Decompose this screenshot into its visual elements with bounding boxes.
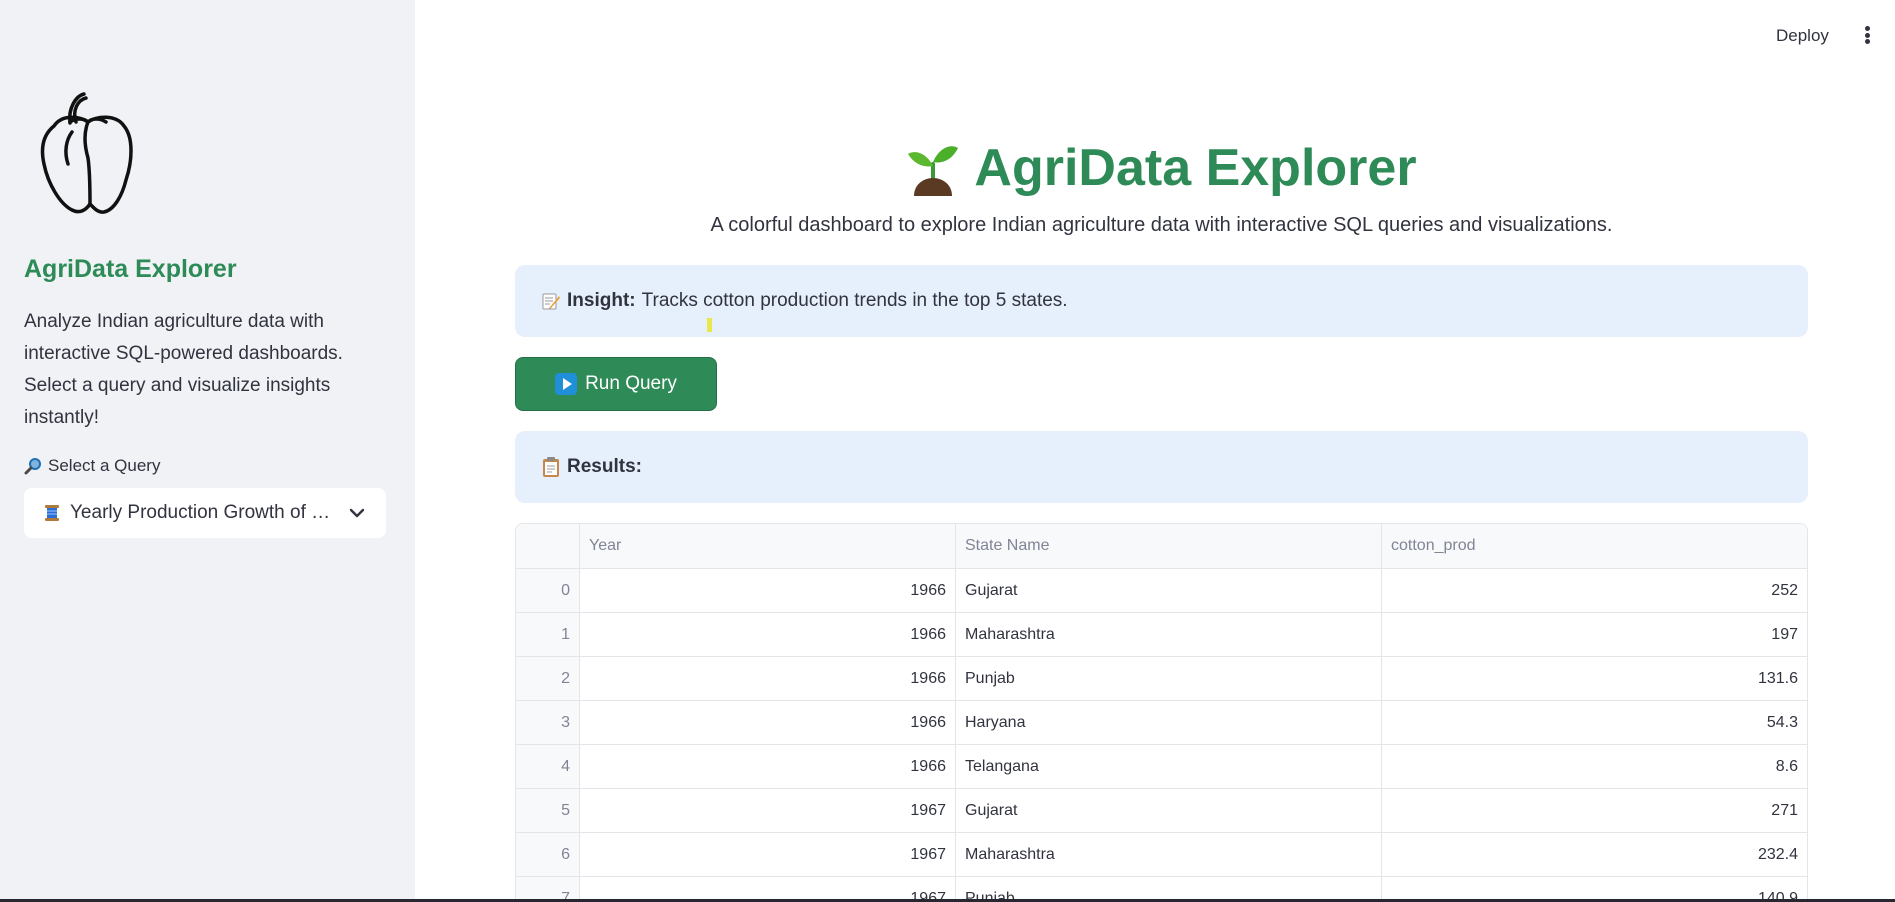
cell-cotton-prod[interactable]: 271: [1382, 789, 1807, 832]
cell-state[interactable]: Telangana: [956, 745, 1382, 788]
app-root: AgriData Explorer Analyze Indian agricul…: [0, 0, 1895, 902]
table-header-row: Year State Name cotton_prod: [516, 524, 1807, 569]
results-label: Results:: [567, 456, 642, 477]
table-row: 2 1966 Punjab 131.6: [516, 657, 1807, 701]
select-query-label: Select a Query: [24, 456, 160, 476]
row-index: 5: [516, 789, 580, 832]
cell-cotton-prod[interactable]: 54.3: [1382, 701, 1807, 744]
cell-year[interactable]: 1966: [580, 569, 956, 612]
cell-year[interactable]: 1966: [580, 745, 956, 788]
table-row: 1 1966 Maharashtra 197: [516, 613, 1807, 657]
row-index: 6: [516, 833, 580, 876]
play-button-icon: [555, 373, 578, 395]
row-index: 1: [516, 613, 580, 656]
seedling-icon: [908, 146, 959, 196]
cell-cotton-prod[interactable]: 232.4: [1382, 833, 1807, 876]
select-query-label-text: Select a Query: [48, 456, 161, 475]
cell-cotton-prod[interactable]: 8.6: [1382, 745, 1807, 788]
cell-state[interactable]: Punjab: [956, 657, 1382, 700]
cell-year[interactable]: 1967: [580, 833, 956, 876]
cell-cotton-prod[interactable]: 131.6: [1382, 657, 1807, 700]
run-query-label: Run Query: [585, 373, 677, 394]
memo-icon: [542, 293, 560, 310]
sidebar-description: Analyze Indian agriculture data with int…: [24, 311, 343, 428]
page-title-text: AgriData Explorer: [974, 139, 1417, 197]
cell-state[interactable]: Gujarat: [956, 789, 1382, 832]
table-row: 6 1967 Maharashtra 232.4: [516, 833, 1807, 877]
cell-state[interactable]: Maharashtra: [956, 833, 1382, 876]
row-index: 0: [516, 569, 580, 612]
row-index: 2: [516, 657, 580, 700]
chevron-down-icon[interactable]: [346, 502, 368, 524]
column-header-cotton-prod[interactable]: cotton_prod: [1382, 524, 1807, 568]
column-header-state-name[interactable]: State Name: [956, 524, 1382, 568]
page-title: AgriData Explorer: [515, 138, 1808, 198]
column-header-index[interactable]: [516, 524, 580, 568]
kebab-menu-icon[interactable]: [1857, 24, 1877, 46]
sidebar-title: AgriData Explorer: [24, 255, 237, 283]
cell-year[interactable]: 1966: [580, 657, 956, 700]
bell-pepper-icon: [40, 92, 133, 214]
clipboard-icon: [543, 457, 559, 477]
deploy-button[interactable]: Deploy: [1768, 22, 1837, 50]
table-row: 3 1966 Haryana 54.3: [516, 701, 1807, 745]
cell-state[interactable]: Haryana: [956, 701, 1382, 744]
insight-label: Insight:: [567, 290, 636, 311]
query-select-value: Yearly Production Growth of Cotton in To…: [70, 502, 332, 523]
insight-text: Tracks cotton production trends in the t…: [641, 290, 1068, 311]
column-header-year[interactable]: Year: [580, 524, 956, 568]
query-select[interactable]: Yearly Production Growth of Cotton in To…: [24, 488, 386, 538]
table-row: 4 1966 Telangana 8.6: [516, 745, 1807, 789]
table-row: 0 1966 Gujarat 252: [516, 569, 1807, 613]
row-index: 3: [516, 701, 580, 744]
text-cursor: [707, 318, 712, 332]
page-subtitle: A colorful dashboard to explore Indian a…: [710, 214, 1613, 236]
cell-state[interactable]: Gujarat: [956, 569, 1382, 612]
row-index: 4: [516, 745, 580, 788]
cell-cotton-prod[interactable]: 197: [1382, 613, 1807, 656]
magnifier-icon: [24, 458, 41, 475]
thread-spool-icon: [45, 505, 59, 521]
table-row: 5 1967 Gujarat 271: [516, 789, 1807, 833]
cell-year[interactable]: 1966: [580, 613, 956, 656]
cell-year[interactable]: 1966: [580, 701, 956, 744]
results-box: Results:: [515, 431, 1808, 503]
sidebar: AgriData Explorer Analyze Indian agricul…: [0, 0, 415, 902]
cell-cotton-prod[interactable]: 252: [1382, 569, 1807, 612]
run-query-button[interactable]: Run Query: [515, 357, 717, 411]
results-table[interactable]: Year State Name cotton_prod 0 1966 Gujar…: [515, 523, 1808, 902]
cell-state[interactable]: Maharashtra: [956, 613, 1382, 656]
cell-year[interactable]: 1967: [580, 789, 956, 832]
